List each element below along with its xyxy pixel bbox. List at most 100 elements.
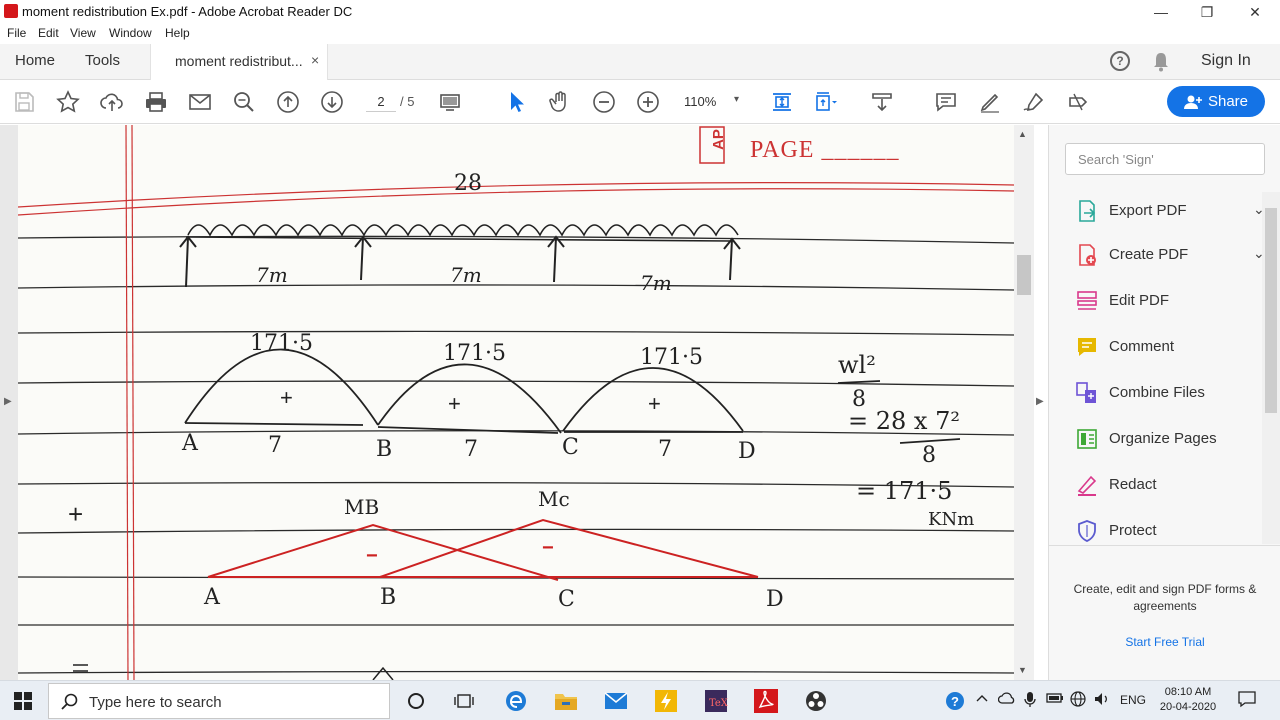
tex-editor-icon[interactable]: TeX (702, 687, 730, 715)
close-window-button[interactable]: ✕ (1232, 0, 1278, 24)
page-total: / 5 (400, 94, 415, 109)
tools-pane: Search 'Sign' Export PDF ⌄ Create PDF ⌄ … (1048, 125, 1280, 680)
tab-close-button[interactable]: × (311, 52, 319, 68)
next-page-icon[interactable] (320, 90, 344, 114)
zoom-out-icon[interactable] (592, 90, 616, 114)
tools-search-input[interactable]: Search 'Sign' (1065, 143, 1265, 175)
zoom-dropdown-caret-icon[interactable]: ▾ (734, 94, 739, 105)
tools-pane-scrollbar[interactable] (1262, 192, 1280, 544)
windows-taskbar: Type here to search TeX ? ENG 08:10 AM 2… (0, 680, 1280, 720)
previous-page-icon[interactable] (276, 90, 300, 114)
restore-button[interactable]: ❐ (1184, 0, 1230, 24)
page-number-input[interactable]: 2 (366, 92, 396, 112)
tool-create-pdf[interactable]: Create PDF ⌄ (1073, 241, 1265, 269)
input-language[interactable]: ENG (1120, 693, 1146, 707)
microphone-icon[interactable] (1024, 691, 1036, 710)
tools-pane-scroll-thumb[interactable] (1265, 208, 1277, 413)
acrobat-reader-taskbar-icon[interactable] (752, 687, 780, 715)
edge-browser-icon[interactable] (502, 687, 530, 715)
tool-protect[interactable]: Protect (1073, 517, 1253, 545)
tool-edit-pdf[interactable]: Edit PDF (1073, 287, 1253, 315)
search-zoom-icon[interactable] (232, 90, 256, 114)
bookmark-star-icon[interactable] (56, 90, 80, 114)
zoom-in-icon[interactable] (636, 90, 660, 114)
tool-edit-pdf-label: Edit PDF (1109, 292, 1170, 309)
highlight-pen-icon[interactable] (978, 90, 1002, 114)
menu-file[interactable]: File (7, 26, 26, 40)
tab-tools[interactable]: Tools (85, 52, 120, 69)
tab-document[interactable]: moment redistribut... × (150, 44, 328, 80)
hogging-minus-1: − (366, 545, 378, 567)
tab-home[interactable]: Home (15, 52, 55, 69)
print-icon[interactable] (144, 90, 168, 114)
menu-view[interactable]: View (70, 26, 96, 40)
fit-page-icon[interactable] (770, 90, 794, 114)
sagging-label-a: A (182, 431, 198, 456)
more-tools-icon[interactable] (1066, 90, 1090, 114)
volume-icon[interactable] (1094, 691, 1110, 710)
document-viewport[interactable]: AP PAGE ______ 28 7m 7m 7m 171·5 171·5 1… (0, 125, 1034, 680)
menu-help[interactable]: Help (165, 26, 190, 40)
battery-icon[interactable] (1046, 691, 1064, 708)
document-scroll-thumb[interactable] (1017, 255, 1031, 295)
document-scrollbar[interactable]: ▲ ▼ (1014, 125, 1034, 680)
file-explorer-icon[interactable] (552, 687, 580, 715)
clock-date: 20-04-2020 (1159, 701, 1217, 713)
network-globe-icon[interactable] (1070, 691, 1086, 710)
fill-sign-icon[interactable] (1022, 90, 1046, 114)
share-user-icon (1183, 95, 1202, 109)
tab-row: Home Tools moment redistribut... × ? Sig… (0, 44, 1280, 80)
right-panel-toggle-icon[interactable]: ▶ (1036, 396, 1044, 407)
save-icon[interactable] (12, 90, 36, 114)
start-free-trial-link[interactable]: Start Free Trial (1065, 635, 1265, 649)
help-tray-icon[interactable]: ? (942, 687, 970, 715)
hogging-label-b: B (380, 585, 397, 610)
share-button[interactable]: Share (1167, 86, 1265, 117)
help-icon[interactable]: ? (1110, 51, 1130, 71)
select-cursor-icon[interactable] (504, 90, 528, 114)
tool-redact[interactable]: Redact (1073, 471, 1253, 499)
minimize-button[interactable]: — (1138, 0, 1184, 24)
sign-plus-2: + (448, 391, 461, 416)
menu-window[interactable]: Window (109, 26, 152, 40)
email-envelope-icon[interactable] (188, 90, 212, 114)
left-panel-toggle-icon[interactable]: ▶ (4, 396, 12, 407)
tool-combine-files[interactable]: Combine Files (1073, 379, 1253, 407)
tool-organize-pages[interactable]: Organize Pages (1073, 425, 1253, 453)
notifications-bell-icon[interactable] (1152, 52, 1170, 72)
windows-start-icon[interactable] (14, 692, 32, 710)
hogging-minus-2: − (542, 537, 554, 559)
span-label-2: 7m (450, 263, 482, 287)
zoom-level-select[interactable]: 110% (684, 94, 716, 109)
tool-comment[interactable]: Comment (1073, 333, 1253, 361)
onedrive-icon[interactable] (997, 691, 1016, 708)
task-view-icon[interactable] (450, 687, 478, 715)
cortana-icon[interactable] (402, 687, 430, 715)
read-mode-icon[interactable] (870, 90, 894, 114)
obs-studio-icon[interactable] (802, 687, 830, 715)
scroll-down-icon[interactable]: ▼ (1018, 665, 1027, 675)
taskbar-search-placeholder: Type here to search (89, 694, 222, 711)
redact-icon (1075, 473, 1099, 497)
comment-icon[interactable] (934, 90, 958, 114)
power-app-icon[interactable] (652, 687, 680, 715)
sign-in-button[interactable]: Sign In (1201, 52, 1251, 70)
sagging-label-b: B (376, 437, 393, 462)
show-hidden-icons-icon[interactable] (975, 691, 989, 708)
notification-center-icon[interactable] (1238, 690, 1256, 711)
page-thumbnail-icon[interactable] (438, 90, 462, 114)
menu-edit[interactable]: Edit (38, 26, 59, 40)
title-bar: moment redistribution Ex.pdf - Adobe Acr… (0, 0, 1280, 24)
main-toolbar: 2 / 5 110% ▾ (0, 80, 1280, 124)
tool-export-pdf[interactable]: Export PDF ⌄ (1073, 197, 1265, 225)
upload-cloud-icon[interactable] (100, 90, 124, 114)
taskbar-search-input[interactable]: Type here to search (48, 683, 390, 719)
promo-text: Create, edit and sign PDF forms & agreem… (1073, 582, 1257, 613)
scroll-up-icon[interactable]: ▲ (1018, 129, 1027, 139)
svg-text:?: ? (951, 694, 959, 709)
mail-icon[interactable] (602, 687, 630, 715)
moment-value-3: 171·5 (640, 345, 703, 370)
system-clock[interactable]: 08:10 AM 20-04-2020 (1150, 685, 1226, 715)
scroll-mode-icon[interactable] (814, 90, 838, 114)
hand-pan-icon[interactable] (548, 90, 572, 114)
